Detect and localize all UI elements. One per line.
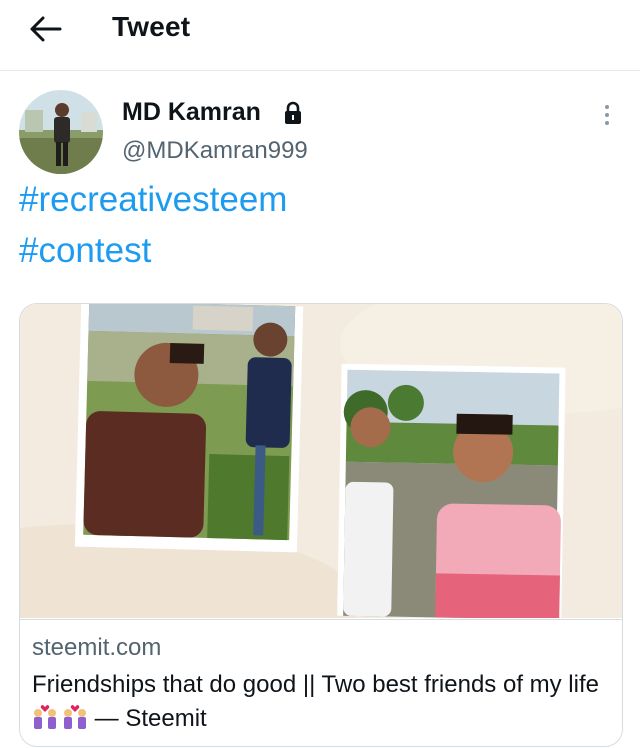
- link-card[interactable]: steemit.com Friendships that do good || …: [19, 303, 623, 747]
- hashtag-link[interactable]: #contest: [19, 231, 151, 271]
- card-domain: steemit.com: [32, 634, 162, 661]
- lock-icon: [285, 101, 301, 124]
- top-bar: Tweet: [0, 0, 640, 71]
- card-title-text: Friendships that do good || Two best fri…: [32, 671, 599, 698]
- author-handle[interactable]: @MDKamran999: [122, 137, 308, 165]
- card-title-suffix: — Steemit: [88, 705, 207, 732]
- card-image: [20, 304, 622, 684]
- page-title: Tweet: [112, 11, 191, 42]
- avatar[interactable]: [19, 90, 103, 174]
- back-arrow-icon[interactable]: [26, 12, 66, 46]
- author-display-name[interactable]: MD Kamran: [122, 98, 261, 127]
- more-options-icon[interactable]: [596, 100, 618, 130]
- hashtag-link[interactable]: #recreativesteem: [19, 180, 287, 220]
- card-title: Friendships that do good || Two best fri…: [32, 668, 612, 736]
- couple-with-heart-emoji-icon: [32, 704, 88, 730]
- card-info: steemit.com Friendships that do good || …: [20, 619, 622, 746]
